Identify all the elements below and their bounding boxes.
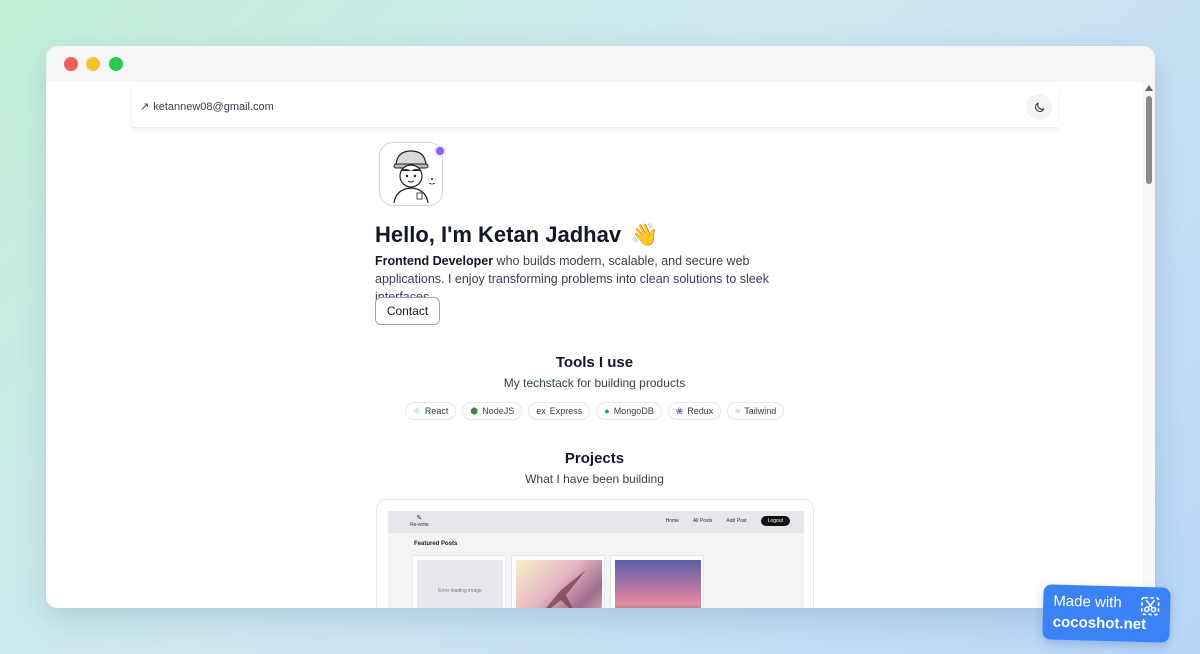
preview-post-card: Error loading image bbox=[412, 555, 506, 608]
preview-post-image bbox=[516, 560, 602, 608]
preview-menu: Home All Posts Add Post Logout bbox=[666, 516, 790, 526]
tool-chip-express[interactable]: ex Express bbox=[528, 402, 591, 420]
hero-title: Hello, I'm Ketan Jadhav 👋 bbox=[375, 222, 659, 248]
mongodb-icon: ● bbox=[604, 406, 610, 416]
tool-chip-tailwind[interactable]: ≈ Tailwind bbox=[727, 402, 785, 420]
watermark-line1: Made with bbox=[1053, 592, 1122, 612]
window-titlebar bbox=[46, 46, 1155, 82]
minimize-window-button[interactable] bbox=[86, 57, 100, 71]
scissors-icon bbox=[1140, 596, 1160, 616]
tool-label: NodeJS bbox=[482, 406, 515, 416]
react-icon: ⚛ bbox=[412, 405, 421, 416]
hero-description: Frontend Developer who builds modern, sc… bbox=[375, 252, 805, 306]
tool-chip-react[interactable]: ⚛ React bbox=[404, 402, 457, 420]
page-viewport: ↗ ketannew08@gmail.com Hello, I'm Ketan … bbox=[46, 82, 1155, 608]
projects-subtitle: What I have been building bbox=[525, 472, 664, 486]
status-indicator bbox=[434, 145, 446, 157]
project-screenshot: ✎ Re-write Home All Posts Add Post Logou… bbox=[388, 511, 804, 608]
tools-list: ⚛ React ⬢ NodeJS ex Express ● MongoDB ❀ … bbox=[46, 402, 1143, 420]
watermark-badge[interactable]: Made with cocoshot.net bbox=[1042, 584, 1171, 643]
scrollbar-thumb[interactable] bbox=[1146, 96, 1152, 184]
waving-hand-icon: 👋 bbox=[631, 222, 659, 247]
preview-featured-title: Featured Posts bbox=[414, 541, 458, 547]
contact-button[interactable]: Contact bbox=[375, 297, 440, 325]
preview-logo-text: Re-write bbox=[410, 522, 429, 528]
tool-label: Redux bbox=[687, 406, 714, 416]
projects-title: Projects bbox=[564, 450, 625, 467]
tool-chip-redux[interactable]: ❀ Redux bbox=[667, 402, 722, 420]
nodejs-icon: ⬢ bbox=[470, 405, 479, 416]
site-navbar: ↗ ketannew08@gmail.com bbox=[132, 86, 1058, 128]
bird-illustration bbox=[546, 570, 586, 608]
email-link[interactable]: ↗ ketannew08@gmail.com bbox=[140, 100, 274, 114]
greeting-text: Hello, I'm Ketan Jadhav bbox=[375, 222, 622, 247]
tailwind-icon: ≈ bbox=[735, 406, 741, 416]
avatar-illustration bbox=[393, 150, 436, 204]
arrow-up-right-icon: ↗ bbox=[140, 101, 150, 113]
preview-logout: Logout bbox=[760, 516, 790, 526]
close-window-button[interactable] bbox=[64, 57, 78, 71]
scroll-up-arrow-icon[interactable] bbox=[1145, 85, 1153, 91]
tool-label: MongoDB bbox=[613, 406, 654, 416]
tools-subtitle: My techstack for building products bbox=[503, 376, 686, 390]
preview-post-image: Error loading image bbox=[417, 560, 503, 608]
moon-icon bbox=[1034, 102, 1044, 112]
preview-post-card bbox=[511, 555, 605, 608]
preview-loading-text: Error loading image bbox=[438, 588, 482, 594]
redux-icon: ❀ bbox=[675, 405, 684, 416]
tool-label: React bbox=[424, 406, 449, 416]
vertical-scrollbar[interactable] bbox=[1143, 82, 1155, 608]
email-text: ketannew08@gmail.com bbox=[153, 100, 274, 113]
tool-chip-mongodb[interactable]: ● MongoDB bbox=[596, 402, 662, 420]
tools-title: Tools I use bbox=[555, 354, 634, 371]
preview-menu-item: Home bbox=[665, 518, 679, 524]
preview-post-card bbox=[610, 555, 704, 608]
project-card[interactable]: ✎ Re-write Home All Posts Add Post Logou… bbox=[376, 499, 814, 608]
theme-toggle-button[interactable] bbox=[1026, 94, 1052, 120]
tool-label: Express bbox=[549, 406, 583, 416]
tool-label: Tailwind bbox=[744, 406, 777, 416]
browser-window: ↗ ketannew08@gmail.com Hello, I'm Ketan … bbox=[46, 46, 1155, 608]
preview-post-image bbox=[615, 560, 701, 608]
preview-navbar: ✎ Re-write Home All Posts Add Post Logou… bbox=[388, 511, 804, 533]
watermark-line2: cocoshot.net bbox=[1052, 613, 1147, 634]
preview-logo: ✎ Re-write bbox=[410, 514, 429, 528]
role-text: Frontend Developer bbox=[375, 254, 494, 268]
edit-icon: ✎ bbox=[416, 515, 423, 522]
maximize-window-button[interactable] bbox=[109, 57, 123, 71]
preview-menu-item: All Posts bbox=[692, 518, 713, 524]
sunset-illustration bbox=[615, 560, 701, 608]
express-icon: ex bbox=[536, 406, 546, 416]
preview-menu-item: Add Post bbox=[726, 518, 747, 524]
avatar bbox=[379, 142, 446, 206]
tool-chip-nodejs[interactable]: ⬢ NodeJS bbox=[462, 402, 523, 420]
